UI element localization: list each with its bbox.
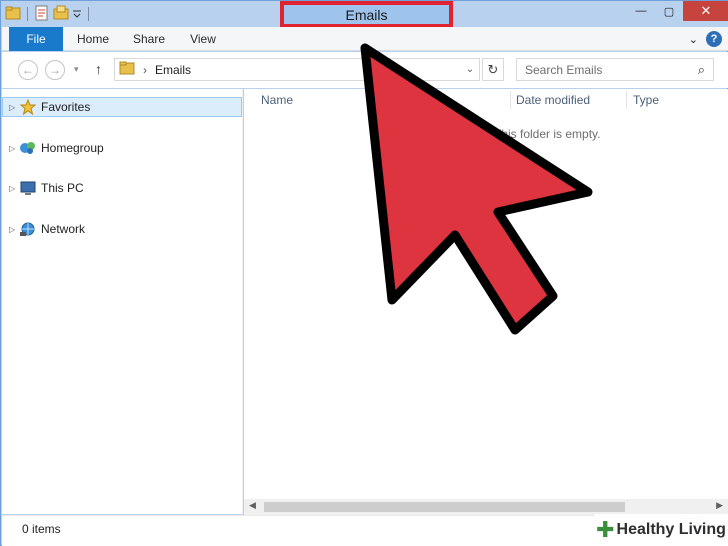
maximize-button[interactable]: ▢	[655, 1, 683, 21]
computer-icon	[19, 180, 37, 196]
new-folder-icon[interactable]	[53, 5, 69, 24]
column-header-type[interactable]: Type	[633, 93, 659, 107]
folder-icon	[119, 60, 135, 79]
window-title: Emails	[345, 6, 388, 23]
toolbar-divider	[27, 7, 28, 21]
tab-view[interactable]: View	[180, 27, 226, 51]
help-button[interactable]: ?	[706, 31, 722, 47]
expand-arrow-icon[interactable]: ▷	[9, 144, 19, 153]
tab-home[interactable]: Home	[68, 27, 118, 51]
empty-folder-message: This folder is empty.	[494, 127, 601, 141]
search-box[interactable]: Search Emails ⌕	[516, 58, 714, 81]
search-icon[interactable]: ⌕	[698, 62, 705, 78]
search-input-placeholder[interactable]: Search Emails	[525, 63, 602, 77]
nav-item-label: Network	[41, 222, 86, 236]
quick-access-toolbar	[5, 4, 92, 24]
forward-button[interactable]: →	[45, 60, 65, 80]
plus-logo-icon: ✚	[596, 517, 615, 542]
folder-icon[interactable]	[5, 5, 21, 24]
window-controls: — ▢ ✕	[627, 1, 728, 21]
navigation-bar: ← → ▾ ↑ › Emails ⌄ ↻ Search Emails ⌕	[2, 52, 728, 88]
window-title-highlight: Emails	[280, 1, 453, 28]
navigation-pane: ▷ Favorites ▷ Homegroup ▷ This PC ▷ Netw…	[2, 89, 243, 514]
customize-dropdown-icon[interactable]	[72, 5, 82, 24]
scroll-left-icon[interactable]: ◀	[249, 500, 256, 511]
item-count: 0 items	[22, 522, 61, 536]
minimize-button[interactable]: —	[627, 1, 655, 21]
homegroup-icon	[19, 140, 37, 156]
tab-share[interactable]: Share	[124, 27, 174, 51]
address-bar[interactable]: › Emails ⌄	[114, 58, 480, 81]
file-list-pane[interactable]: Name Date modified Type This folder is e…	[244, 89, 728, 514]
healthy-living-watermark: ✚ Healthy Living	[594, 514, 728, 546]
ribbon-right-controls: ⌄ ?	[689, 31, 722, 47]
star-icon	[19, 99, 37, 115]
nav-item-label: Favorites	[41, 100, 91, 114]
column-divider[interactable]	[626, 91, 627, 109]
refresh-button[interactable]: ↻	[482, 58, 504, 81]
explorer-window: Emails — ▢ ✕ File Home Share View ⌄ ? ← …	[0, 0, 728, 546]
address-dropdown-button[interactable]: ⌄	[461, 59, 479, 80]
tab-file[interactable]: File	[9, 27, 63, 51]
breadcrumb-separator[interactable]: ›	[143, 63, 147, 77]
scroll-right-icon[interactable]: ▶	[716, 500, 723, 511]
expand-ribbon-button[interactable]: ⌄	[689, 33, 698, 46]
up-button[interactable]: ↑	[95, 61, 102, 77]
close-button[interactable]: ✕	[683, 1, 728, 21]
nav-item-label: This PC	[41, 181, 84, 195]
properties-icon[interactable]	[34, 5, 50, 24]
column-header-name[interactable]: Name	[261, 93, 293, 107]
column-header-date-modified[interactable]: Date modified	[516, 93, 590, 107]
nav-item-homegroup[interactable]: ▷ Homegroup	[2, 138, 242, 158]
column-divider[interactable]	[510, 91, 511, 109]
breadcrumb-current[interactable]: Emails	[155, 63, 191, 77]
ribbon-tabs: File Home Share View ⌄ ?	[2, 27, 728, 51]
back-button[interactable]: ←	[18, 60, 38, 80]
scrollbar-thumb[interactable]	[264, 502, 625, 512]
expand-arrow-icon[interactable]: ▷	[9, 225, 19, 234]
horizontal-scrollbar[interactable]: ◀ ▶	[244, 499, 728, 515]
nav-item-this-pc[interactable]: ▷ This PC	[2, 178, 242, 198]
title-bar[interactable]: Emails — ▢ ✕	[1, 1, 728, 28]
nav-item-favorites[interactable]: ▷ Favorites	[2, 97, 242, 117]
recent-locations-button[interactable]: ▾	[74, 64, 79, 75]
watermark-text: Healthy Living	[616, 521, 726, 538]
nav-item-label: Homegroup	[41, 141, 104, 155]
toolbar-divider	[88, 7, 89, 21]
nav-item-network[interactable]: ▷ Network	[2, 219, 242, 239]
expand-arrow-icon[interactable]: ▷	[9, 103, 19, 112]
expand-arrow-icon[interactable]: ▷	[9, 184, 19, 193]
network-icon	[19, 221, 37, 237]
